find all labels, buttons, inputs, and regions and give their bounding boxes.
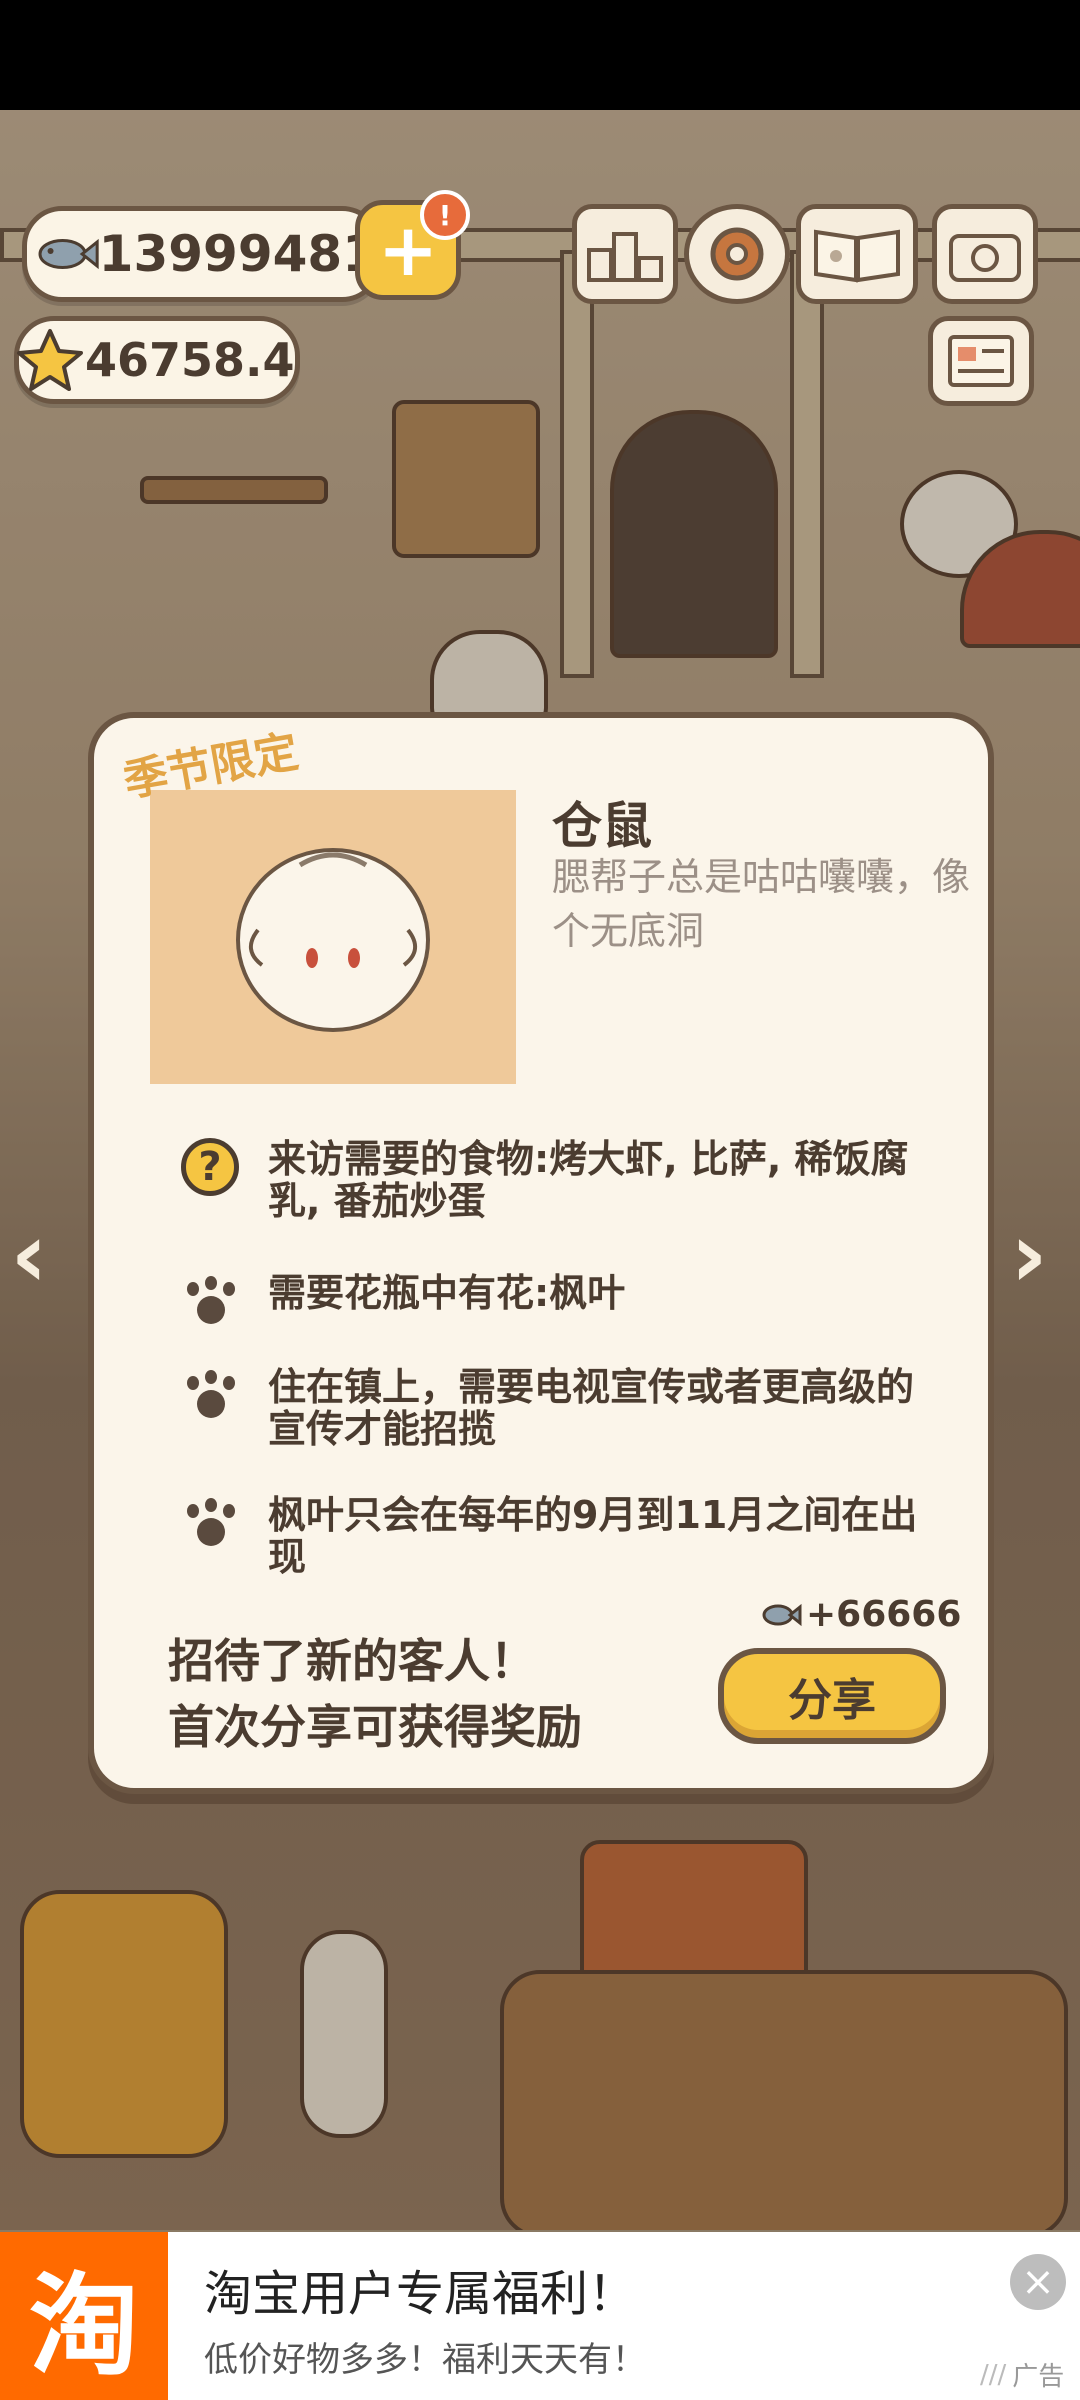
guest-portrait [150, 790, 516, 1084]
ad-label: /// 广告 [980, 2356, 1064, 2393]
fish-icon [762, 1603, 802, 1626]
requirement-season: 枫叶只会在每年的9月到11月之间在出现 [174, 1494, 944, 1578]
fish-icon [38, 238, 99, 270]
requirement-food: ? 来访需要的食物:烤大虾, 比萨, 稀饭腐乳, 番茄炒蛋 [174, 1138, 944, 1222]
taobao-logo: 淘 [0, 2232, 168, 2400]
share-message-line2: 首次分享可获得奖励 [168, 1700, 582, 1754]
guest-description: 腮帮子总是咕咕囔囔，像个无底洞 [552, 855, 971, 953]
requirement-text: 枫叶只会在每年的9月到11月之间在出现 [268, 1493, 918, 1579]
settings-gear-icon[interactable] [684, 204, 790, 304]
ad-subtitle: 低价好物多多！福利天天有！ [204, 2340, 646, 2380]
ad-tag-text: 广告 [1012, 2362, 1065, 2392]
ad-close-button[interactable]: × [1010, 2254, 1066, 2310]
status-bar [0, 0, 1080, 110]
paw-icon [181, 1276, 239, 1328]
star-icon [17, 329, 83, 391]
question-icon[interactable]: ? [181, 1138, 239, 1196]
newspaper-icon[interactable] [928, 316, 1034, 406]
ad-banner[interactable]: 淘 淘宝用户专属福利！ 低价好物多多！福利天天有！ × /// 广告 [0, 2232, 1080, 2400]
fish-coin-counter: 13999481 [22, 206, 382, 302]
alert-badge: ! [420, 190, 470, 240]
guest-info-dialog: 季节限定 仓鼠 腮帮子总是咕咕囔囔，像个无底洞 ? 来访需要的食物:烤大虾, 比… [88, 712, 994, 1794]
share-reward: +66666 [758, 1594, 961, 1635]
ad-logo-mark-icon: /// [980, 2359, 1007, 2390]
requirement-text: 需要花瓶中有花:枫叶 [268, 1271, 626, 1315]
requirement-text: 住在镇上，需要电视宣传或者更高级的宣传才能招揽 [268, 1365, 915, 1451]
star-counter: 46758.4 [14, 316, 300, 404]
camera-icon[interactable] [932, 204, 1038, 304]
requirement-promotion: 住在镇上，需要电视宣传或者更高级的宣传才能招揽 [174, 1366, 944, 1450]
next-guest-arrow[interactable]: › [1000, 1200, 1058, 1310]
paw-icon [181, 1498, 239, 1550]
star-value: 46758.4 [85, 333, 295, 387]
requirement-text: 来访需要的食物:烤大虾, 比萨, 稀饭腐乳, 番茄炒蛋 [268, 1137, 909, 1223]
share-message-line1: 招待了新的客人！ [168, 1634, 536, 1688]
paw-book-icon[interactable] [796, 204, 918, 304]
requirement-flower: 需要花瓶中有花:枫叶 [174, 1272, 944, 1328]
share-button[interactable]: 分享 [718, 1648, 946, 1744]
reward-amount: +66666 [806, 1594, 962, 1635]
share-message: 招待了新的客人！ 首次分享可获得奖励 [168, 1628, 582, 1760]
fish-coin-value: 13999481 [98, 225, 377, 283]
paw-icon [181, 1370, 239, 1422]
guest-name: 仓鼠 [552, 797, 652, 855]
previous-guest-arrow[interactable]: ‹ [0, 1200, 58, 1310]
leaderboard-icon[interactable] [572, 204, 678, 304]
ad-title: 淘宝用户专属福利！ [204, 2266, 637, 2322]
hamster-image [236, 848, 430, 1032]
